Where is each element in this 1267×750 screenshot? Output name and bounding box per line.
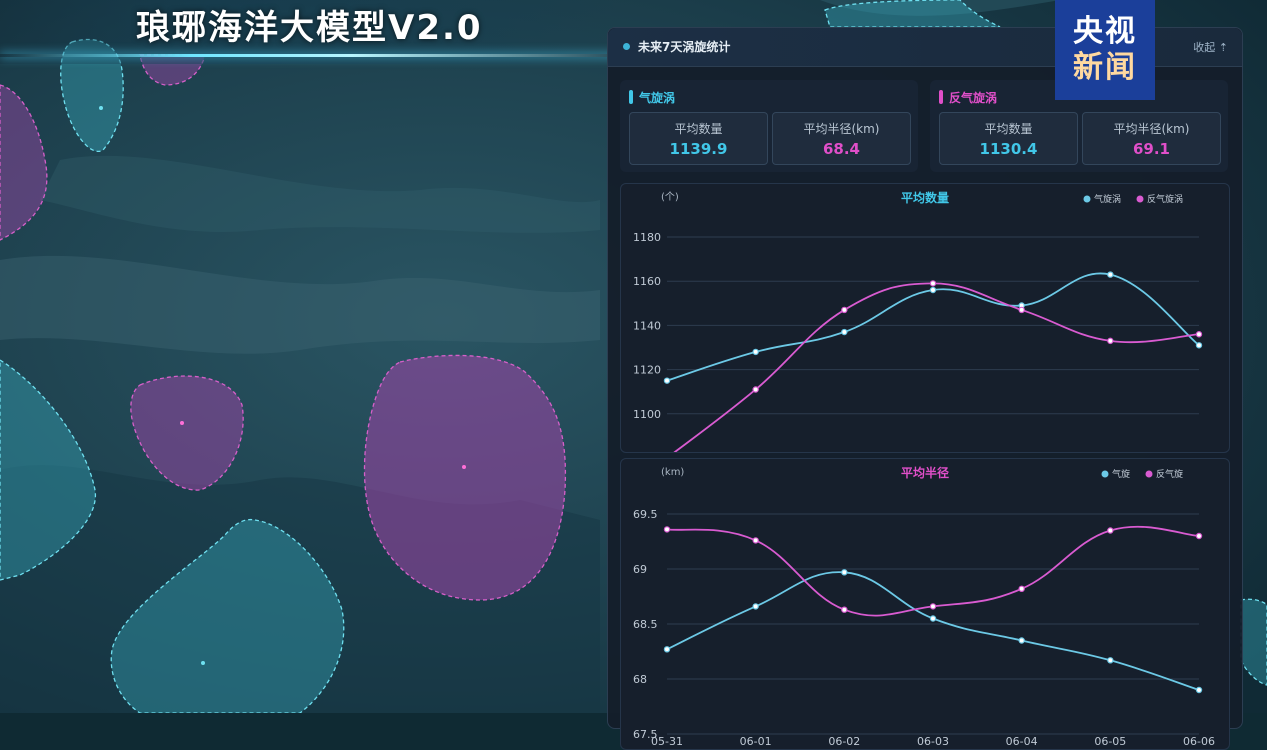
average-radius-chart: 平均半径 (km) 67.5 68 68.5 69 69.5 05-31 06-01 06-02 0… <box>620 458 1230 750</box>
eddy-stats-panel: 未来7天涡旋统计 收起 ⇡ 气旋涡 平均数量 1139.9 平均半径(km) 6… <box>607 27 1243 750</box>
y-axis-unit: (km) <box>661 467 684 478</box>
accent-bar-icon <box>939 90 943 104</box>
legend-label: 反气旋涡 <box>1147 193 1183 205</box>
stat-label: 平均数量 <box>674 122 723 136</box>
logo-line2: 新闻 <box>1073 50 1137 85</box>
data-point <box>1018 306 1025 314</box>
x-tick-label: 06-02 <box>828 735 860 748</box>
data-point <box>841 569 848 576</box>
cctv-news-logo: 央视 新闻 <box>1055 0 1155 100</box>
y-tick-label: 1160 <box>633 275 661 288</box>
legend-marker <box>1136 195 1144 203</box>
data-point <box>663 377 671 384</box>
y-tick-label: 69.5 <box>633 508 658 521</box>
data-point <box>1107 271 1114 278</box>
data-point <box>1195 532 1203 540</box>
data-point <box>929 280 937 287</box>
average-count-chart-svg: 平均数量(个)10801100112011401160118005-3106-0… <box>633 190 1203 452</box>
chart-title: 平均半径 <box>901 465 949 480</box>
x-tick-label: 05-31 <box>651 735 683 748</box>
anticyclone-count-card: 平均数量 1130.4 <box>939 112 1078 165</box>
data-point <box>663 646 671 653</box>
legend-label: 反气旋 <box>1156 468 1183 480</box>
legend-label: 气旋 <box>1112 468 1130 480</box>
y-tick-label: 69 <box>633 563 647 576</box>
data-point <box>929 615 937 622</box>
legend-label: 气旋涡 <box>1094 193 1121 205</box>
y-tick-label: 1180 <box>633 231 661 244</box>
data-point <box>752 603 759 610</box>
data-point <box>929 286 937 294</box>
series-line <box>673 282 1200 452</box>
data-point <box>841 306 848 314</box>
data-point <box>752 348 759 356</box>
series-line <box>666 571 1200 691</box>
data-point <box>841 606 848 613</box>
stat-label: 平均半径(km) <box>1113 122 1190 136</box>
data-point <box>1107 337 1114 345</box>
stat-label: 平均数量 <box>984 122 1033 136</box>
data-point <box>752 537 759 544</box>
cyclone-stats: 气旋涡 平均数量 1139.9 平均半径(km) 68.4 <box>620 80 918 172</box>
title-underline <box>0 54 640 57</box>
x-tick-label: 06-03 <box>917 735 949 748</box>
cyclone-radius-card: 平均半径(km) 68.4 <box>772 112 911 165</box>
y-tick-label: 1140 <box>633 319 661 332</box>
anticyclone-title: 反气旋涡 <box>949 91 998 105</box>
average-count-chart: 平均数量(个)10801100112011401160118005-3106-0… <box>620 183 1230 453</box>
legend-marker <box>1101 470 1109 478</box>
cyclone-count-card: 平均数量 1139.9 <box>629 112 768 165</box>
cyclone-title: 气旋涡 <box>639 91 676 105</box>
series-line <box>666 525 1200 617</box>
data-point <box>1195 342 1203 349</box>
x-tick-label: 06-05 <box>1094 735 1126 748</box>
legend-marker <box>1145 470 1153 478</box>
stat-value: 1130.4 <box>979 140 1038 158</box>
accent-bar-icon <box>629 90 633 104</box>
data-point <box>1018 637 1025 644</box>
y-tick-label: 68.5 <box>633 618 658 631</box>
data-point <box>841 328 848 336</box>
x-tick-label: 06-06 <box>1183 735 1215 748</box>
average-radius-chart-svg: 平均半径(km)67.56868.56969.505-31 06-01 06-02 0… <box>633 465 1215 748</box>
y-tick-label: 68 <box>633 673 647 686</box>
data-point <box>1107 657 1114 664</box>
stat-value: 69.1 <box>1132 140 1170 158</box>
data-point <box>1107 527 1114 534</box>
stat-label: 平均半径(km) <box>803 122 880 136</box>
data-point <box>663 526 671 533</box>
bullet-icon <box>623 43 630 50</box>
y-tick-label: 1120 <box>633 364 661 377</box>
collapse-button[interactable]: 收起 ⇡ <box>1193 39 1228 55</box>
y-tick-label: 1100 <box>633 408 661 421</box>
data-point <box>1195 686 1203 694</box>
page-title: 琅琊海洋大模型V2.0 <box>136 8 483 48</box>
y-axis-unit: (个) <box>661 191 679 203</box>
chart-title: 平均数量 <box>901 190 949 205</box>
data-point <box>752 386 759 393</box>
panel-title: 未来7天涡旋统计 <box>638 40 731 54</box>
data-point <box>929 603 937 610</box>
stat-value: 1139.9 <box>669 140 728 158</box>
anticyclone-radius-card: 平均半径(km) 69.1 <box>1082 112 1221 165</box>
x-tick-label: 06-01 <box>740 735 772 748</box>
stat-value: 68.4 <box>822 140 860 158</box>
legend-marker <box>1083 195 1091 203</box>
x-tick-label: 06-04 <box>1006 735 1038 748</box>
data-point <box>1018 585 1025 593</box>
logo-line1: 央视 <box>1073 14 1137 49</box>
data-point <box>1195 331 1203 338</box>
